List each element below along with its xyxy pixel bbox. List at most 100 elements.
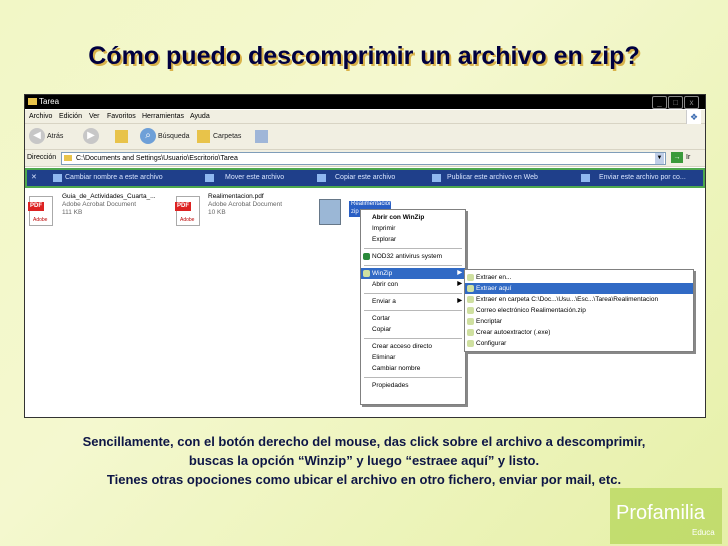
slide-title: Cómo puedo descomprimir un archivo en zi…	[88, 42, 640, 70]
go-arrow-icon[interactable]: →	[671, 152, 683, 163]
menu-separator	[364, 377, 462, 378]
winzip-icon	[467, 307, 474, 314]
maximize-button[interactable]: □	[668, 96, 683, 109]
go-button[interactable]: Ir	[686, 150, 690, 166]
menu-item-nod32[interactable]: NOD32 antivirus system	[361, 251, 465, 262]
task-copy[interactable]: Copiar este archivo	[335, 170, 395, 186]
menu-item-create-shortcut[interactable]: Crear acceso directo	[361, 341, 465, 352]
copy-icon	[317, 174, 326, 182]
winzip-submenu: Extraer en... Extraer aquí Extraer en ca…	[464, 269, 694, 352]
menu-item-delete[interactable]: Eliminar	[361, 352, 465, 363]
submenu-configure[interactable]: Configurar	[465, 338, 693, 349]
folders-icon[interactable]	[197, 130, 210, 143]
zip-file-ext: zip	[351, 209, 359, 215]
forward-arrow-icon[interactable]: ▶	[83, 128, 99, 144]
chevron-right-icon: ▶	[457, 270, 462, 276]
address-label: Dirección	[27, 154, 57, 161]
file-name: Guia_de_Actividades_Cuarta_...	[62, 193, 156, 200]
pdf-icon[interactable]: PDF Adobe	[175, 196, 200, 226]
submenu-encrypt[interactable]: Encriptar	[465, 316, 693, 327]
menu-separator	[364, 265, 462, 266]
chevron-down-icon[interactable]: ▼	[655, 153, 664, 164]
web-icon	[432, 174, 441, 182]
winzip-icon	[467, 285, 474, 292]
search-icon[interactable]: ⌕	[140, 128, 156, 144]
search-button[interactable]: Búsqueda	[158, 128, 190, 146]
chevron-right-icon: ▶	[457, 298, 462, 304]
caption-line-1: Sencillamente, con el botón derecho del …	[82, 434, 646, 449]
winzip-icon	[467, 318, 474, 325]
menu-archivo[interactable]: Archivo	[29, 110, 52, 123]
winzip-icon	[467, 329, 474, 336]
folder-icon	[28, 98, 37, 105]
menu-favoritos[interactable]: Favoritos	[107, 110, 136, 123]
menu-item-winzip[interactable]: WinZip ▶	[361, 268, 465, 279]
menu-ver[interactable]: Ver	[89, 110, 100, 123]
file-name: Realimentacion.pdf	[208, 193, 264, 200]
submenu-extract-folder[interactable]: Extraer en carpeta C:\Doc...\Usu...\Esc.…	[465, 294, 693, 305]
winzip-icon	[363, 270, 370, 277]
folders-button[interactable]: Carpetas	[213, 128, 241, 146]
caption-line-3: Tienes otras opociones como ubicar el ar…	[106, 472, 622, 487]
menu-item-cut[interactable]: Cortar	[361, 313, 465, 324]
folder-icon	[64, 155, 72, 161]
profamilia-logo: Profamilia Educa	[610, 488, 722, 544]
file-type: Adobe Acrobat Document	[208, 201, 283, 208]
zip-file-icon[interactable]	[319, 199, 341, 225]
task-send[interactable]: Enviar este archivo por co...	[599, 170, 686, 186]
menu-item-rename[interactable]: Cambiar nombre	[361, 363, 465, 374]
menu-item-explore[interactable]: Explorar	[361, 234, 465, 245]
address-input[interactable]: C:\Documents and Settings\Usuario\Escrit…	[61, 152, 666, 165]
caption-line-2: buscas la opción “Winzip” y luego “estra…	[188, 453, 540, 468]
file-item[interactable]: Realimentacion.pdf Adobe Acrobat Documen…	[208, 193, 282, 217]
menu-herramientas[interactable]: Herramientas	[142, 110, 184, 123]
menu-item-send-to[interactable]: Enviar a ▶	[361, 296, 465, 307]
winzip-icon	[467, 274, 474, 281]
winzip-icon	[467, 296, 474, 303]
menu-separator	[364, 293, 462, 294]
explorer-screenshot: Tarea _ □ x Archivo Edición Ver Favorito…	[24, 94, 706, 418]
back-arrow-icon[interactable]: ◀	[29, 128, 45, 144]
menu-edicion[interactable]: Edición	[59, 110, 82, 123]
rename-icon	[53, 174, 62, 182]
file-item[interactable]: Guia_de_Actividades_Cuarta_... Adobe Acr…	[62, 193, 156, 217]
close-icon[interactable]: ✕	[31, 170, 37, 186]
close-button[interactable]: x	[684, 96, 699, 109]
window-titlebar: Tarea _ □ x	[25, 95, 705, 109]
submenu-extract-to[interactable]: Extraer en...	[465, 272, 693, 283]
file-size: 10 KB	[208, 209, 226, 216]
winzip-icon	[467, 340, 474, 347]
file-tasks-bar: ✕ Cambiar nombre a este archivo Mover es…	[25, 168, 705, 188]
back-button[interactable]: Atrás	[47, 128, 63, 146]
views-icon[interactable]	[255, 130, 268, 143]
context-menu: Abrir con WinZip Imprimir Explorar NOD32…	[360, 209, 466, 405]
windows-logo-icon: ❖	[686, 110, 701, 124]
up-folder-icon[interactable]	[115, 130, 128, 143]
file-size: 111 KB	[62, 209, 83, 216]
submenu-extract-here[interactable]: Extraer aquí	[465, 283, 693, 294]
task-publish[interactable]: Publicar este archivo en Web	[447, 170, 538, 186]
minimize-button[interactable]: _	[652, 96, 667, 109]
pdf-icon[interactable]: PDF Adobe	[28, 196, 53, 226]
menu-item-open-winzip[interactable]: Abrir con WinZip	[361, 212, 465, 223]
submenu-self-extractor[interactable]: Crear autoextractor (.exe)	[465, 327, 693, 338]
window-title: Tarea	[39, 97, 60, 106]
menu-ayuda[interactable]: Ayuda	[190, 110, 210, 123]
menu-item-print[interactable]: Imprimir	[361, 223, 465, 234]
chevron-right-icon: ▶	[457, 281, 462, 287]
menu-separator	[364, 248, 462, 249]
task-rename[interactable]: Cambiar nombre a este archivo	[65, 170, 163, 186]
task-move[interactable]: Mover este archivo	[225, 170, 284, 186]
move-icon	[205, 174, 214, 182]
menu-item-copy[interactable]: Copiar	[361, 324, 465, 335]
menu-separator	[364, 338, 462, 339]
address-bar: Dirección C:\Documents and Settings\Usua…	[25, 150, 705, 167]
file-type: Adobe Acrobat Document	[62, 201, 137, 208]
menu-item-properties[interactable]: Propiedades	[361, 380, 465, 391]
menu-item-open-with[interactable]: Abrir con ▶	[361, 279, 465, 290]
mail-icon	[581, 174, 590, 182]
menu-separator	[364, 310, 462, 311]
zip-file-name: Realimentacion	[351, 201, 393, 207]
menu-bar: Archivo Edición Ver Favoritos Herramient…	[25, 110, 705, 124]
submenu-email[interactable]: Correo electrónico Realimentación.zip	[465, 305, 693, 316]
